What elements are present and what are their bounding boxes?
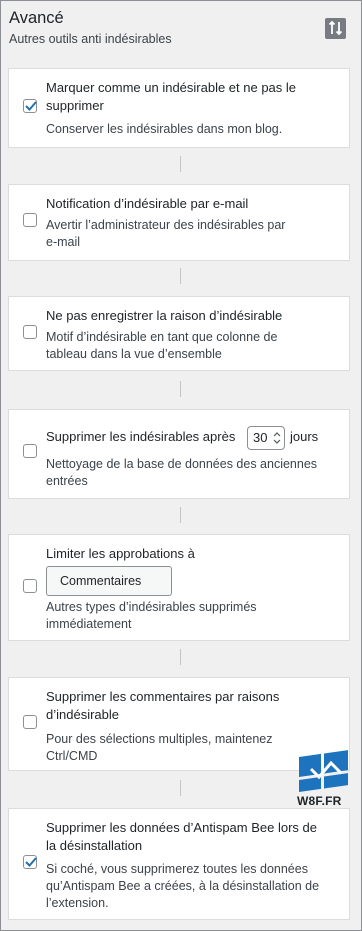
option-card-delete-after-days: Supprimer les indésirables après 30 jour… <box>8 409 350 499</box>
option-card-limit-approvals: Limiter les approbations à Commentaires … <box>8 534 350 641</box>
number-spinner-icon[interactable] <box>272 429 282 447</box>
limit-approvals-description: Autres types d’indésirables supprimés im… <box>46 599 346 633</box>
delete-by-reason-label: Supprimer les commentaires par raisons d… <box>46 688 346 724</box>
delete-after-days-checkbox[interactable] <box>23 444 37 458</box>
email-notification-checkbox[interactable] <box>23 213 37 227</box>
approval-type-selected-value: Commentaires <box>60 574 142 588</box>
delete-on-uninstall-description-line-3: l’extension. <box>46 896 109 910</box>
watermark-text: W8F.FR <box>297 794 342 808</box>
email-notification-description-line-1: Avertir l’administrateur des indésirable… <box>46 218 286 232</box>
delete-on-uninstall-label: Supprimer les données d’Antispam Bee lor… <box>46 819 346 855</box>
mark-spam-label: Marquer comme un indésirable et ne pas l… <box>46 79 346 115</box>
delete-on-uninstall-checkbox[interactable] <box>23 855 37 869</box>
option-card-no-save-reason: Ne pas enregistrer la raison d’indésirab… <box>8 296 350 371</box>
panel-title: Avancé <box>9 9 64 27</box>
no-save-reason-description-line-1: Motif d’indésirable en tant que colonne … <box>46 330 278 344</box>
delete-after-days-label: Supprimer les indésirables après <box>46 428 246 446</box>
no-save-reason-label-line: Ne pas enregistrer la raison d’indésirab… <box>46 308 283 323</box>
email-notification-label-line: Notification d’indésirable par e-mail <box>46 196 249 211</box>
delete-on-uninstall-label-line-2: la désinstallation <box>46 838 143 853</box>
divider <box>180 268 181 284</box>
no-save-reason-description: Motif d’indésirable en tant que colonne … <box>46 329 346 363</box>
option-card-delete-on-uninstall: Supprimer les données d’Antispam Bee lor… <box>8 808 350 920</box>
mark-spam-description: Conserver les indésirables dans mon blog… <box>46 121 346 138</box>
days-unit-label: jours <box>290 428 340 446</box>
no-save-reason-checkbox[interactable] <box>23 325 37 339</box>
divider <box>180 507 181 523</box>
days-number-input[interactable]: 30 <box>247 426 285 450</box>
divider <box>180 780 181 796</box>
email-notification-label: Notification d’indésirable par e-mail <box>46 195 346 213</box>
days-value: 30 <box>253 430 268 445</box>
delete-by-reason-description-line-1: Pour des sélections multiples, maintenez <box>46 732 273 746</box>
delete-by-reason-label-line-1: Supprimer les commentaires par raisons <box>46 689 280 704</box>
email-notification-description: Avertir l’administrateur des indésirable… <box>46 217 346 251</box>
delete-after-days-description-line-2: entrées <box>46 474 88 488</box>
delete-on-uninstall-description-line-2: qu’Antispam Bee a créées, à la désinstal… <box>46 879 320 893</box>
option-card-mark-spam: Marquer comme un indésirable et ne pas l… <box>8 68 350 148</box>
divider <box>180 156 181 172</box>
limit-approvals-description-line-2: immédiatement <box>46 617 132 631</box>
divider <box>180 381 181 397</box>
option-card-email-notification: Notification d’indésirable par e-mail Av… <box>8 184 350 261</box>
advanced-settings-panel: Avancé Autres outils anti indésirables M… <box>0 0 362 931</box>
panel-header: Avancé Autres outils anti indésirables <box>1 1 361 59</box>
mark-spam-checkbox[interactable] <box>23 99 37 113</box>
limit-approvals-label: Limiter les approbations à <box>46 545 346 563</box>
mark-spam-description-line: Conserver les indésirables dans mon blog… <box>46 122 283 136</box>
delete-after-days-description: Nettoyage de la base de données des anci… <box>46 456 346 490</box>
delete-on-uninstall-description-line-1: Si coché, vous supprimerez toutes les do… <box>46 862 308 876</box>
delete-by-reason-checkbox[interactable] <box>23 715 37 729</box>
panel-subtitle: Autres outils anti indésirables <box>9 32 172 46</box>
no-save-reason-label: Ne pas enregistrer la raison d’indésirab… <box>46 307 346 325</box>
sort-arrows-icon[interactable] <box>325 18 346 39</box>
limit-approvals-checkbox[interactable] <box>23 579 37 593</box>
email-notification-description-line-2: e-mail <box>46 235 81 249</box>
limit-approvals-description-line-1: Autres types d’indésirables supprimés <box>46 600 257 614</box>
delete-by-reason-label-line-2: d’indésirable <box>46 707 119 722</box>
no-save-reason-description-line-2: tableau dans la vue d’ensemble <box>46 347 222 361</box>
limit-approvals-label-line: Limiter les approbations à <box>46 546 195 561</box>
divider <box>180 649 181 665</box>
approval-type-select[interactable]: Commentaires <box>46 566 172 596</box>
delete-on-uninstall-description: Si coché, vous supprimerez toutes les do… <box>46 861 346 912</box>
mark-spam-label-line-2: supprimer <box>46 98 104 113</box>
delete-after-days-label-text: Supprimer les indésirables après <box>46 429 236 444</box>
delete-on-uninstall-label-line-1: Supprimer les données d’Antispam Bee lor… <box>46 820 317 835</box>
days-unit-text: jours <box>290 429 319 444</box>
checkmark-icon <box>25 857 37 867</box>
mark-spam-label-line-1: Marquer comme un indésirable et ne pas l… <box>46 80 297 95</box>
delete-after-days-description-line-1: Nettoyage de la base de données des anci… <box>46 457 318 471</box>
checkmark-icon <box>25 101 37 111</box>
